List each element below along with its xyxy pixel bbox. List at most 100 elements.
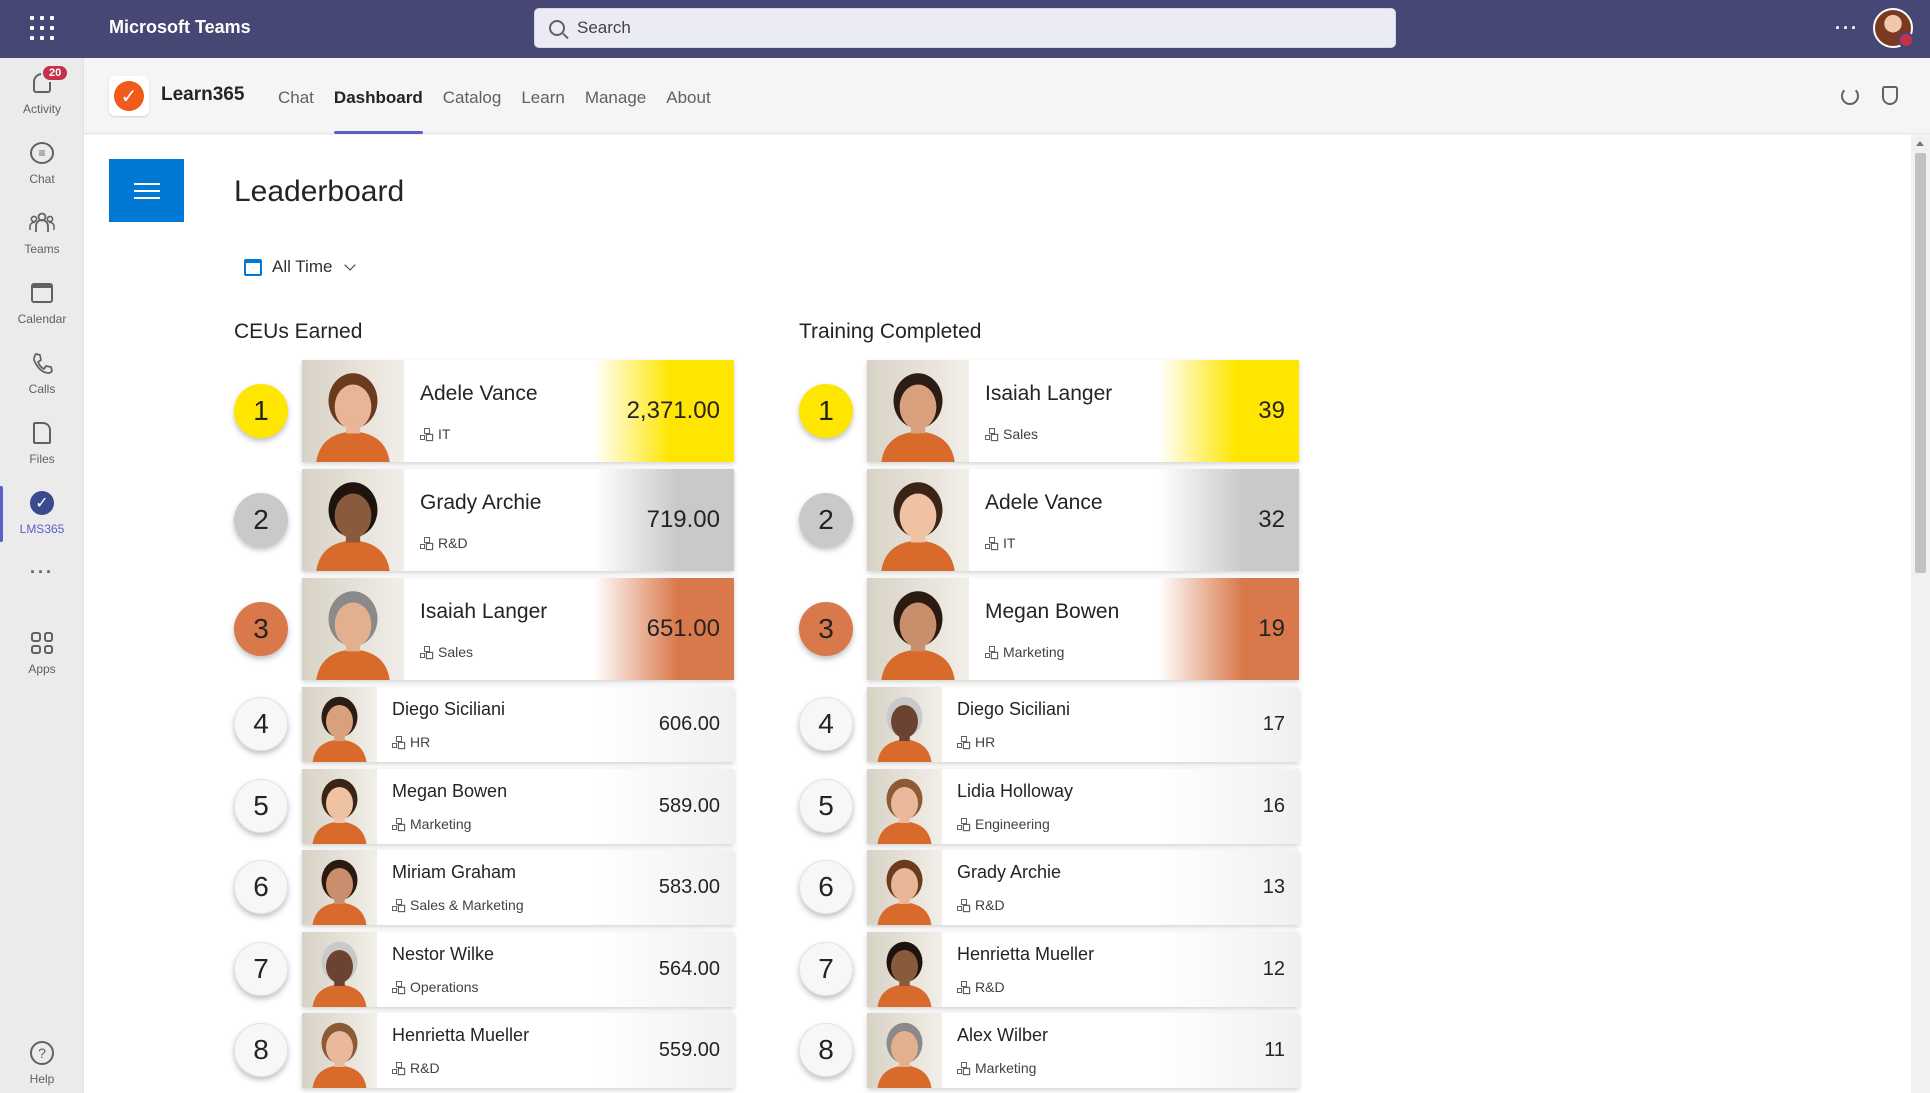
tab-catalog[interactable]: Catalog [433, 58, 512, 134]
leaderboard-row: 6 Grady Archie R&D 13 [799, 850, 1319, 925]
board-title: CEUs Earned [234, 320, 363, 343]
rail-label-activity: Activity [22, 102, 61, 116]
score-value: 564.00 [594, 931, 734, 1007]
tab-about[interactable]: About [656, 58, 720, 134]
leaderboard-card[interactable]: Grady Archie R&D 719.00 [302, 469, 734, 571]
leaderboard-card[interactable]: Alex Wilber Marketing 11 [867, 1013, 1299, 1088]
shield-icon[interactable] [1882, 86, 1898, 105]
more-options-icon[interactable]: ··· [1835, 18, 1859, 39]
rank-badge: 6 [799, 860, 853, 914]
rail-label-calls: Calls [28, 382, 56, 396]
time-filter-dropdown[interactable]: All Time [244, 257, 357, 277]
rail-item-lms365[interactable]: ✓ LMS365 [0, 482, 84, 548]
department-label: Sales [438, 644, 474, 660]
leaderboard-row: 4 Diego Siciliani HR 606.00 [234, 687, 754, 762]
score-value: 559.00 [594, 1013, 734, 1088]
chat-icon [30, 142, 54, 164]
org-icon [985, 646, 997, 658]
leaderboard-card[interactable]: Miriam Graham Sales & Marketing 583.00 [302, 850, 734, 925]
leaderboard-card[interactable]: Adele Vance IT 32 [867, 469, 1299, 571]
chevron-down-icon [344, 258, 357, 271]
rail-more-apps[interactable]: ··· [0, 562, 84, 592]
learner-name: Megan Bowen [392, 780, 508, 801]
leaderboard-card[interactable]: Megan Bowen Marketing 19 [867, 578, 1299, 680]
department: Sales [985, 426, 1038, 442]
org-icon [957, 817, 969, 830]
leaderboard-card[interactable]: Adele Vance IT 2,371.00 [302, 360, 734, 462]
rail-label-teams: Teams [24, 242, 60, 256]
rail-item-teams[interactable]: Teams [0, 202, 84, 268]
avatar [867, 687, 942, 762]
leaderboard-row: 7 Nestor Wilke Operations 564.00 [234, 931, 754, 1007]
search-input[interactable]: Search [534, 8, 1396, 48]
learner-name: Grady Archie [420, 491, 542, 514]
org-icon [957, 736, 969, 748]
score-value: 583.00 [594, 850, 734, 925]
leaderboard-card[interactable]: Diego Siciliani HR 17 [867, 687, 1299, 762]
lms365-icon: ✓ [30, 491, 54, 515]
rail-item-apps[interactable]: Apps [0, 622, 84, 688]
rail-item-calendar[interactable]: Calendar [0, 272, 84, 338]
score-value: 16 [1159, 768, 1299, 844]
rank-badge: 7 [234, 941, 288, 996]
app-launcher-icon[interactable] [28, 14, 56, 42]
tab-learn[interactable]: Learn [511, 58, 574, 134]
rail-item-activity[interactable]: 20 Activity [0, 62, 84, 128]
avatar [867, 578, 969, 680]
org-icon [392, 980, 404, 993]
org-icon [392, 1062, 404, 1074]
department-label: Marketing [975, 1060, 1037, 1076]
department-label: HR [975, 734, 996, 750]
org-icon [957, 899, 969, 911]
leaderboard-card[interactable]: Nestor Wilke Operations 564.00 [302, 931, 734, 1007]
leaderboard-row: 7 Henrietta Mueller R&D 12 [799, 931, 1319, 1007]
learn365-logo: ✓ [109, 76, 149, 116]
leaderboard-row: 1 Isaiah Langer Sales 39 [799, 360, 1319, 462]
avatar [867, 850, 942, 925]
score-value: 2,371.00 [594, 360, 734, 462]
learner-name: Diego Siciliani [392, 699, 506, 719]
tab-chat[interactable]: Chat [268, 58, 324, 134]
rail-label-files: Files [29, 452, 55, 466]
department-label: IT [1003, 535, 1016, 551]
org-icon [392, 817, 404, 830]
leaderboard-card[interactable]: Henrietta Mueller R&D 12 [867, 931, 1299, 1007]
rail-item-help[interactable]: ? Help [0, 1032, 84, 1093]
learner-name: Isaiah Langer [420, 600, 548, 623]
leaderboard-card[interactable]: Diego Siciliani HR 606.00 [302, 687, 734, 762]
department: HR [957, 734, 995, 750]
rail-item-chat[interactable]: Chat [0, 132, 84, 198]
rank-badge: 3 [799, 602, 853, 656]
leaderboard-card[interactable]: Isaiah Langer Sales 651.00 [302, 578, 734, 680]
score-value: 589.00 [594, 768, 734, 844]
hamburger-menu-button[interactable] [109, 159, 184, 222]
teams-top-bar: Microsoft Teams Search ··· [0, 0, 1930, 58]
leaderboard-row: 3 Isaiah Langer Sales 651.00 [234, 578, 754, 680]
department-label: R&D [975, 978, 1005, 995]
rank-badge: 4 [234, 697, 288, 751]
tab-dashboard[interactable]: Dashboard [324, 58, 433, 134]
scrollbar[interactable] [1911, 135, 1930, 1093]
leaderboard-card[interactable]: Lidia Holloway Engineering 16 [867, 768, 1299, 844]
scrollbar-thumb[interactable] [1915, 153, 1926, 573]
rail-item-files[interactable]: Files [0, 412, 84, 478]
rank-badge: 2 [799, 493, 853, 547]
leaderboard-card[interactable]: Megan Bowen Marketing 589.00 [302, 768, 734, 844]
leaderboard-card[interactable]: Henrietta Mueller R&D 559.00 [302, 1013, 734, 1088]
scroll-up-icon[interactable] [1916, 141, 1924, 146]
leaderboard-row: 6 Miriam Graham Sales & Marketing 583.00 [234, 850, 754, 925]
rank-badge: 8 [234, 1023, 288, 1077]
leaderboard-card[interactable]: Grady Archie R&D 13 [867, 850, 1299, 925]
app-title: Learn365 [161, 84, 245, 105]
org-icon [957, 1062, 969, 1074]
left-rail: 20 Activity Chat Teams Calendar Calls Fi… [0, 58, 84, 1093]
department-label: IT [438, 426, 451, 442]
org-icon [957, 980, 969, 993]
department-label: Marketing [410, 815, 472, 832]
tab-manage[interactable]: Manage [575, 58, 656, 134]
rail-item-calls[interactable]: Calls [0, 342, 84, 408]
refresh-icon[interactable] [1841, 87, 1859, 105]
score-value: 19 [1159, 578, 1299, 680]
leaderboard-card[interactable]: Isaiah Langer Sales 39 [867, 360, 1299, 462]
profile-avatar[interactable] [1873, 8, 1914, 48]
